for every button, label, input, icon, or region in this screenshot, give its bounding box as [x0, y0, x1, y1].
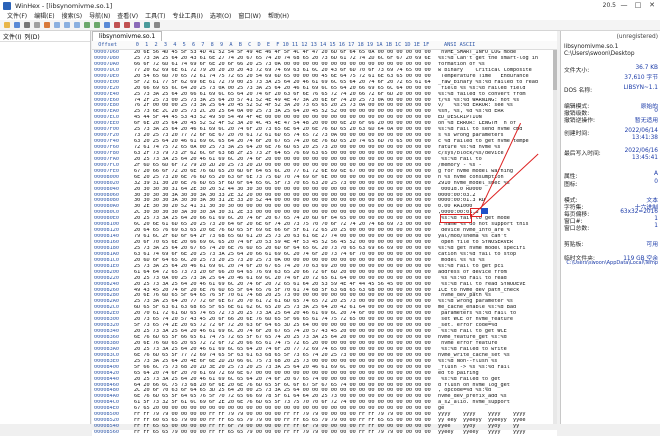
ascii-header: ANSI ASCII: [444, 42, 476, 48]
hash-icon[interactable]: [144, 22, 150, 28]
info-row: 37,610 字节: [564, 72, 658, 81]
window-title: WinHex - [libsynomivme.so.1]: [15, 1, 113, 10]
info-row: C:\Users\swoon\AppData\Local\Temp: [564, 260, 658, 266]
hex-rows[interactable]: 00007D60 20 6E 56 4D 45 5F 53 4D 41 52 54…: [92, 50, 557, 436]
version-label: 20.5: [602, 2, 616, 9]
file-path: C:\Users\swoon\Desktop: [564, 51, 635, 57]
edit-cursor: [481, 208, 488, 214]
open-file-icon[interactable]: [4, 22, 10, 28]
close-button[interactable]: ✕: [646, 0, 658, 11]
info-value: LIBSYN~1.1: [623, 85, 658, 91]
menu-bar: 文件(F) 编辑(E) 搜索(S) 导航(N) 查看(V) 工具(T) 专业工具…: [0, 11, 660, 20]
info-value: 13:45:41: [631, 155, 658, 161]
menu-edit[interactable]: 编辑(E): [34, 11, 54, 20]
search-icon[interactable]: [84, 22, 90, 28]
toolbar: [0, 20, 660, 31]
disk-icon[interactable]: [114, 22, 120, 28]
vertical-scrollbar[interactable]: [553, 50, 557, 424]
info-row: 13:45:41: [564, 155, 658, 161]
info-key: 剪贴板:: [564, 242, 584, 248]
info-row: 窗口总数: 1: [564, 223, 658, 232]
menu-tools[interactable]: 工具(T): [145, 11, 165, 20]
title-bar: WinHex - [libsynomivme.so.1] 20.5 — □ ✕: [0, 0, 660, 11]
info-row: 13:41:38: [564, 135, 658, 141]
goto-offset-icon[interactable]: [104, 22, 110, 28]
menu-options[interactable]: 选项(O): [210, 11, 231, 20]
hex-row[interactable]: 00008560 FF FF 65 65 79 00 00 00 FF FF 65…: [92, 430, 557, 436]
cut-icon[interactable]: [54, 22, 60, 28]
file-name: libsynomivme.so.1: [564, 44, 619, 50]
mode-row: (unregistered): [564, 34, 658, 40]
menu-navigation[interactable]: 导航(N): [89, 11, 110, 20]
info-row: DOS 名称: LIBSYN~1.1: [564, 85, 658, 94]
minimize-button[interactable]: —: [618, 0, 630, 11]
row-ascii[interactable]: ÿÿeey ÿÿeey ÿÿyy ÿÿyy: [438, 430, 556, 436]
column-header: Offset 0 1 2 3 4 5 6 7 8 9 A B C D E F 1…: [92, 41, 557, 50]
paste-icon[interactable]: [74, 22, 80, 28]
winhex-app-icon: [3, 1, 11, 10]
calculator-icon[interactable]: [134, 22, 140, 28]
info-key: DOS 名称:: [564, 88, 593, 94]
directory-sidebar: 文件(I) 列(D): [0, 31, 91, 424]
scrollbar-thumb[interactable]: [553, 50, 557, 90]
undo-icon[interactable]: [44, 22, 50, 28]
row-offset: 00008560: [94, 430, 119, 435]
highlight-box: [440, 214, 472, 223]
maximize-button[interactable]: □: [632, 0, 644, 11]
info-value: 暂无适用: [634, 118, 658, 124]
registration-mode: (unregistered): [616, 34, 658, 40]
filename-row: libsynomivme.so.1: [564, 44, 658, 50]
menu-window[interactable]: 窗口(W): [238, 11, 261, 20]
settings-icon[interactable]: [154, 22, 160, 28]
properties-icon[interactable]: [34, 22, 40, 28]
info-row: 图标: 0: [564, 179, 658, 188]
menu-file[interactable]: 文件(F): [7, 11, 27, 20]
sidebar-file-label[interactable]: 文件(I): [3, 32, 21, 41]
menu-search[interactable]: 搜索(S): [62, 11, 83, 20]
info-value: 13:41:38: [631, 135, 658, 141]
info-row: 剪贴板: 可用: [564, 239, 658, 248]
ram-icon[interactable]: [124, 22, 130, 28]
replace-icon[interactable]: [94, 22, 100, 28]
offset-column-header: Offset 0 1 2 3 4 5 6 7 8 9 A B C D E F 1…: [92, 42, 430, 48]
info-value: 0: [654, 179, 658, 185]
row-hex-bytes[interactable]: FF FF 65 65 79 00 00 00 FF FF 65 65 79 0…: [134, 430, 438, 436]
info-key: 撤销逆操作:: [564, 118, 595, 124]
info-key: 窗口总数:: [564, 226, 590, 232]
file-tab[interactable]: libsynomivme.so.1: [92, 31, 163, 41]
info-value: 1: [654, 223, 658, 229]
info-value: 37,610 字节: [624, 75, 658, 81]
menu-view[interactable]: 查看(V): [117, 11, 138, 20]
print-icon[interactable]: [24, 22, 30, 28]
menu-help[interactable]: 帮助(H): [268, 11, 289, 20]
hex-editor-pane[interactable]: libsynomivme.so.1 Offset 0 1 2 3 4 5 6 7…: [92, 31, 557, 436]
save-icon[interactable]: [14, 22, 20, 28]
info-key: 图标:: [564, 182, 578, 188]
info-row: 撤销逆操作: 暂无适用: [564, 115, 658, 124]
file-info-panel: (unregistered) libsynomivme.so.1 C:\User…: [560, 31, 660, 424]
copy-icon[interactable]: [64, 22, 70, 28]
info-value: C:\Users\swoon\AppData\Local\Temp: [566, 260, 658, 266]
info-value: 可用: [646, 242, 658, 248]
sidebar-col-label[interactable]: 列(D): [24, 32, 39, 41]
menu-specialist[interactable]: 专业工具(I): [172, 11, 202, 20]
sidebar-header: 文件(I) 列(D): [0, 31, 90, 42]
path-row: C:\Users\swoon\Desktop: [564, 51, 658, 57]
